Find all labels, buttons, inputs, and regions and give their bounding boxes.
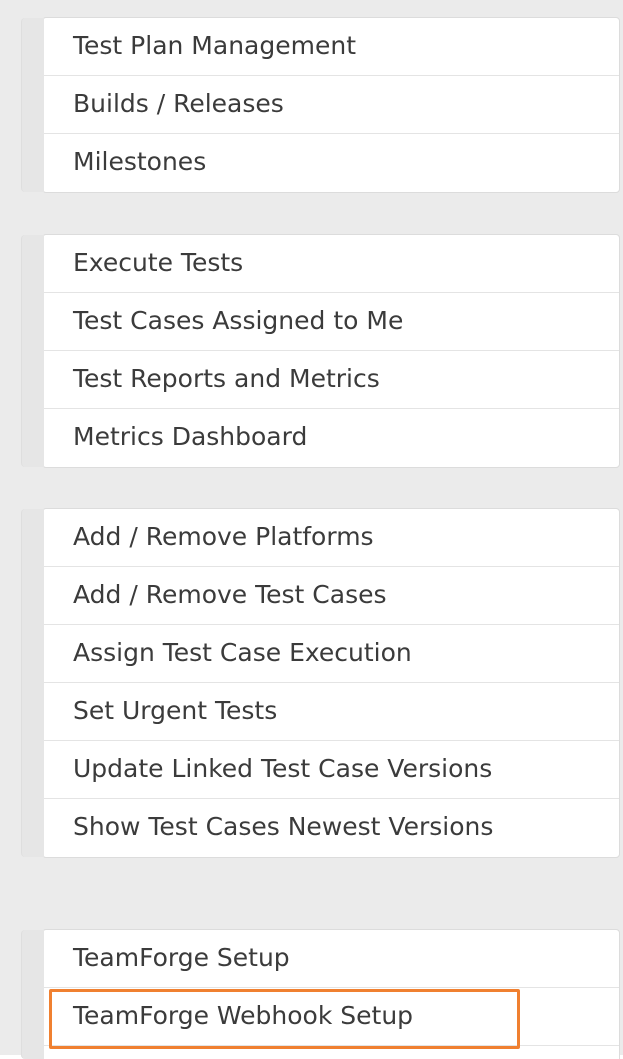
- menu-group-test-plan-contents: Add / Remove Platforms Add / Remove Test…: [21, 508, 620, 858]
- menu-item-set-urgent-tests[interactable]: Set Urgent Tests: [43, 683, 619, 741]
- menu-item-show-test-cases-newest-versions[interactable]: Show Test Cases Newest Versions: [43, 799, 619, 857]
- menu-item-builds-releases[interactable]: Builds / Releases: [43, 76, 619, 134]
- navigation-panel: Test Plan Management Builds / Releases M…: [0, 0, 623, 1059]
- menu-item-milestones[interactable]: Milestones: [43, 134, 619, 192]
- menu-item-add-remove-platforms[interactable]: Add / Remove Platforms: [43, 509, 619, 567]
- menu-group-execution: Execute Tests Test Cases Assigned to Me …: [21, 234, 620, 468]
- menu-item-test-cases-assigned-to-me[interactable]: Test Cases Assigned to Me: [43, 293, 619, 351]
- menu-item-metrics-dashboard[interactable]: Metrics Dashboard: [43, 409, 619, 467]
- menu-item-assign-test-case-execution[interactable]: Assign Test Case Execution: [43, 625, 619, 683]
- menu-item-add-remove-test-cases[interactable]: Add / Remove Test Cases: [43, 567, 619, 625]
- menu-item-execute-tests[interactable]: Execute Tests: [43, 235, 619, 293]
- menu-item-update-linked-test-case-versions[interactable]: Update Linked Test Case Versions: [43, 741, 619, 799]
- menu-item-test-plan-management[interactable]: Test Plan Management: [43, 18, 619, 76]
- menu-item-teamforge-webhook-setup[interactable]: TeamForge Webhook Setup: [43, 988, 619, 1046]
- menu-group-teamforge: TeamForge Setup TeamForge Webhook Setup: [21, 929, 620, 1059]
- menu-item-teamforge-setup[interactable]: TeamForge Setup: [43, 930, 619, 988]
- menu-item-test-reports-and-metrics[interactable]: Test Reports and Metrics: [43, 351, 619, 409]
- menu-group-test-plan: Test Plan Management Builds / Releases M…: [21, 17, 620, 193]
